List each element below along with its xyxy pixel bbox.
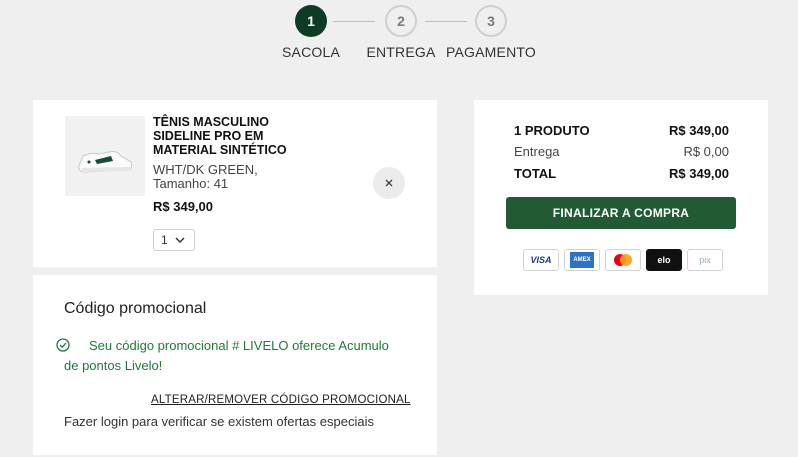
product-name[interactable]: TÊNIS MASCULINO SIDELINE PRO EM MATERIAL…: [153, 115, 323, 157]
summary-delivery-row: Entrega R$ 0,00: [514, 144, 729, 159]
summary-delivery-label: Entrega: [514, 144, 560, 159]
product-price: R$ 349,00: [153, 199, 213, 214]
step-label: ENTREGA: [366, 44, 436, 60]
promo-code-card: Código promocional Seu código promociona…: [33, 275, 437, 455]
amex-icon: AMEX: [564, 249, 600, 271]
promo-message-text: Seu código promocional # LIVELO oferece …: [64, 338, 389, 373]
summary-products-row: 1 PRODUTO R$ 349,00: [514, 123, 729, 138]
step-sacola: 1 SACOLA: [261, 5, 361, 60]
order-summary-card: 1 PRODUTO R$ 349,00 Entrega R$ 0,00 TOTA…: [474, 100, 768, 295]
promo-title: Código promocional: [64, 300, 207, 317]
quantity-value: 1: [161, 233, 168, 247]
summary-total-row: TOTAL R$ 349,00: [514, 166, 729, 181]
summary-total-value: R$ 349,00: [669, 166, 729, 181]
elo-icon: elo: [646, 249, 682, 271]
step-entrega: 2 ENTREGA: [351, 5, 451, 60]
step-label: SACOLA: [282, 44, 340, 60]
mastercard-icon: [605, 249, 641, 271]
step-pagamento: 3 PAGAMENTO: [441, 5, 541, 60]
summary-total-label: TOTAL: [514, 166, 557, 181]
sneaker-icon: [78, 151, 133, 173]
checkout-steps: 1 SACOLA 2 ENTREGA 3 PAGAMENTO: [0, 5, 798, 65]
chevron-down-icon: [175, 237, 185, 244]
pix-icon: pix: [687, 249, 723, 271]
quantity-select[interactable]: 1: [153, 229, 195, 251]
summary-delivery-value: R$ 0,00: [683, 144, 729, 159]
payment-methods: VISA AMEX elo pix: [523, 249, 723, 271]
close-icon: [385, 179, 393, 187]
promo-message: Seu código promocional # LIVELO oferece …: [56, 336, 394, 376]
step-label: PAGAMENTO: [446, 44, 536, 60]
checkout-button[interactable]: FINALIZAR A COMPRA: [506, 197, 736, 229]
change-promo-link[interactable]: ALTERAR/REMOVER CÓDIGO PROMOCIONAL: [151, 394, 411, 406]
visa-icon: VISA: [523, 249, 559, 271]
step-number: 2: [385, 5, 417, 37]
promo-login-text: Fazer login para verificar se existem of…: [64, 414, 374, 429]
step-number: 1: [295, 5, 327, 37]
check-circle-icon: [56, 338, 70, 358]
product-image[interactable]: [65, 116, 145, 196]
summary-products-value: R$ 349,00: [669, 123, 729, 138]
step-number: 3: [475, 5, 507, 37]
remove-item-button[interactable]: [373, 167, 405, 199]
cart-item-card: TÊNIS MASCULINO SIDELINE PRO EM MATERIAL…: [33, 100, 437, 267]
summary-products-label: 1 PRODUTO: [514, 123, 590, 138]
product-variant: WHT/DK GREEN, Tamanho: 41: [153, 162, 258, 191]
